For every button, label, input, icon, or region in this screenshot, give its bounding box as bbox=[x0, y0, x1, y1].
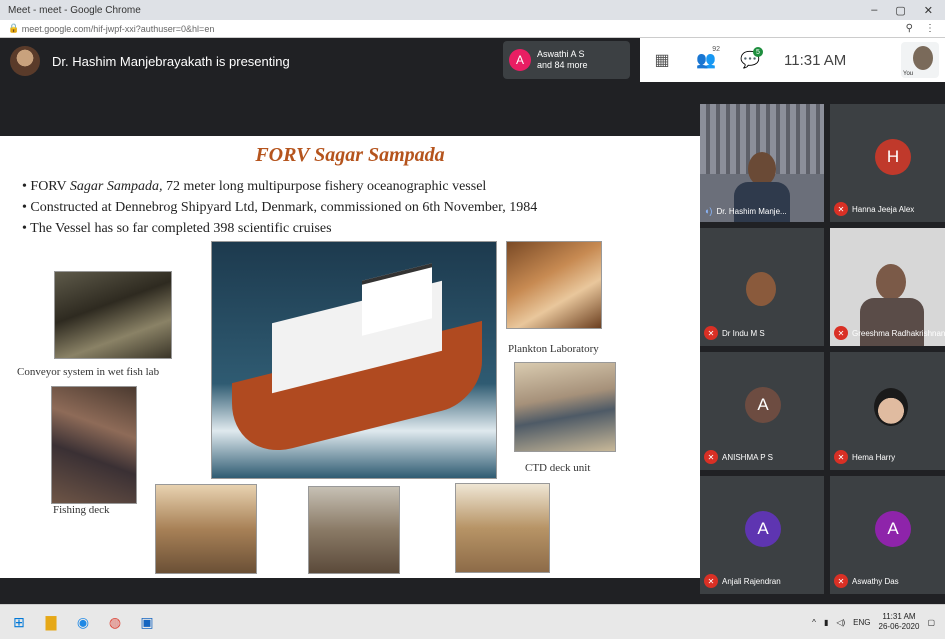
layout-icon[interactable]: ▦ bbox=[640, 38, 684, 82]
chip-line2: and 84 more bbox=[537, 60, 588, 70]
language-indicator[interactable]: ENG bbox=[853, 618, 870, 627]
bullet-item: FORV Sagar Sampada, 72 meter long multip… bbox=[22, 176, 537, 197]
more-menu-icon[interactable]: ⋮ bbox=[925, 23, 935, 34]
windows-taskbar: ⊞ ▇ ◉ ◍ ▣ ^ ▮ ◁) ENG 11:31 AM 26-06-2020… bbox=[0, 604, 945, 639]
participant-name: Aswathy Das bbox=[852, 576, 899, 586]
fishing-caption: Fishing deck bbox=[53, 504, 110, 516]
self-face bbox=[913, 46, 933, 70]
taskbar-clock[interactable]: 11:31 AM 26-06-2020 bbox=[879, 612, 920, 632]
participant-name: ANISHMA P S bbox=[722, 452, 773, 462]
chip-line1: Aswathi A S bbox=[537, 49, 585, 59]
participant-face bbox=[746, 272, 776, 306]
ship-photo bbox=[211, 241, 497, 479]
participant-grid: ◖) Dr. Hashim Manje... H ✕ Hanna Jeeja Ale… bbox=[700, 104, 945, 604]
mic-off-icon: ✕ bbox=[834, 326, 848, 340]
fishing-deck-photo bbox=[51, 386, 137, 504]
edge-icon[interactable]: ◉ bbox=[74, 613, 92, 631]
bullet-item: Constructed at Dennebrog Shipyard Ltd, D… bbox=[22, 197, 537, 218]
participant-name: Hema Harry bbox=[852, 452, 896, 462]
lab-photo-2 bbox=[308, 486, 400, 574]
presentation-slide: FORV Sagar Sampada FORV Sagar Sampada, 7… bbox=[0, 136, 700, 578]
participant-tile[interactable]: ◖) Dr. Hashim Manje... bbox=[700, 104, 824, 222]
close-window-button[interactable]: ✕ bbox=[924, 4, 933, 17]
participant-name: Dr Indu M S bbox=[722, 328, 765, 338]
plankton-caption: Plankton Laboratory bbox=[508, 343, 599, 355]
meet-controls: ▦ 👥 92 💬 5 11:31 AM You bbox=[640, 38, 945, 82]
lab-photo-1 bbox=[155, 484, 257, 574]
key-icon[interactable]: ⚲ bbox=[906, 23, 913, 34]
slide-title: FORV Sagar Sampada bbox=[255, 144, 445, 166]
participant-tile[interactable]: ✕ Greeshma Radhakrishnan bbox=[830, 228, 945, 346]
participant-avatar: A bbox=[745, 387, 781, 423]
chat-badge: 5 bbox=[753, 47, 763, 57]
people-icon[interactable]: 👥 92 bbox=[684, 38, 728, 82]
conveyor-photo bbox=[54, 271, 172, 359]
self-view-tile[interactable]: You bbox=[901, 42, 939, 78]
lock-icon: 🔒 bbox=[8, 23, 22, 33]
mic-on-icon: ◖) bbox=[704, 206, 713, 216]
participant-tile[interactable]: H ✕ Hanna Jeeja Alex bbox=[830, 104, 945, 222]
participant-body bbox=[734, 182, 790, 222]
you-label: You bbox=[903, 71, 914, 77]
window-controls: – ▢ ✕ bbox=[871, 4, 945, 17]
ctd-photo bbox=[514, 362, 616, 452]
chrome-icon[interactable]: ◍ bbox=[106, 613, 124, 631]
mic-off-icon: ✕ bbox=[704, 326, 718, 340]
conveyor-caption: Conveyor system in wet fish lab bbox=[17, 366, 160, 378]
participant-avatar: H bbox=[875, 139, 911, 175]
tray-chevron-icon[interactable]: ^ bbox=[812, 618, 816, 627]
mic-off-icon: ✕ bbox=[834, 450, 848, 464]
chat-icon[interactable]: 💬 5 bbox=[728, 38, 772, 82]
volume-icon[interactable]: ◁) bbox=[836, 618, 845, 627]
notification-icon[interactable]: ▢ bbox=[927, 618, 935, 627]
participant-face bbox=[876, 264, 906, 300]
windows-start-icon[interactable]: ⊞ bbox=[10, 613, 28, 631]
maximize-button[interactable]: ▢ bbox=[895, 4, 905, 17]
address-bar[interactable]: 🔒 meet.google.com/hif-jwpf-xxi?authuser=… bbox=[0, 20, 945, 38]
participant-name: Anjali Rajendran bbox=[722, 576, 781, 586]
participant-name: Dr. Hashim Manje... bbox=[716, 206, 787, 216]
people-count: 92 bbox=[712, 46, 720, 53]
participant-avatar: A bbox=[745, 511, 781, 547]
participants-chip[interactable]: A Aswathi A S and 84 more bbox=[503, 41, 630, 79]
presenter-bar: Dr. Hashim Manjebrayakath is presenting bbox=[10, 46, 290, 76]
participant-name: Hanna Jeeja Alex bbox=[852, 204, 915, 214]
bullet-item: The Vessel has so far completed 398 scie… bbox=[22, 218, 537, 239]
mic-off-icon: ✕ bbox=[834, 202, 848, 216]
network-icon[interactable]: ▮ bbox=[824, 618, 828, 627]
participant-face bbox=[874, 388, 908, 426]
url-text[interactable]: meet.google.com/hif-jwpf-xxi?authuser=0&… bbox=[22, 24, 215, 34]
file-explorer-icon[interactable]: ▇ bbox=[42, 613, 60, 631]
photos-icon[interactable]: ▣ bbox=[138, 613, 156, 631]
browser-title-bar: Meet - meet - Google Chrome – ▢ ✕ bbox=[0, 0, 945, 20]
minimize-button[interactable]: – bbox=[871, 4, 877, 17]
participant-tile[interactable]: ✕ Hema Harry bbox=[830, 352, 945, 470]
participant-tile[interactable]: A ✕ Aswathy Das bbox=[830, 476, 945, 594]
participant-tile[interactable]: ✕ Dr Indu M S bbox=[700, 228, 824, 346]
lab-photo-3 bbox=[455, 483, 550, 573]
participant-face bbox=[748, 152, 776, 186]
participant-tile[interactable]: A ✕ ANISHMA P S bbox=[700, 352, 824, 470]
mic-off-icon: ✕ bbox=[704, 574, 718, 588]
participant-avatar: A bbox=[875, 511, 911, 547]
presenter-avatar bbox=[10, 46, 40, 76]
participant-tile[interactable]: A ✕ Anjali Rajendran bbox=[700, 476, 824, 594]
tab-title[interactable]: Meet - meet - Google Chrome bbox=[8, 5, 141, 16]
ctd-caption: CTD deck unit bbox=[525, 462, 591, 474]
mic-off-icon: ✕ bbox=[704, 450, 718, 464]
participant-name: Greeshma Radhakrishnan bbox=[852, 328, 945, 338]
mic-off-icon: ✕ bbox=[834, 574, 848, 588]
plankton-lab-photo bbox=[506, 241, 602, 329]
slide-bullets: FORV Sagar Sampada, 72 meter long multip… bbox=[22, 176, 537, 239]
presenter-text: Dr. Hashim Manjebrayakath is presenting bbox=[52, 53, 290, 69]
meeting-clock: 11:31 AM bbox=[784, 51, 847, 69]
participant-avatar: A bbox=[509, 49, 531, 71]
system-tray: ^ ▮ ◁) ENG 11:31 AM 26-06-2020 ▢ bbox=[812, 612, 945, 632]
